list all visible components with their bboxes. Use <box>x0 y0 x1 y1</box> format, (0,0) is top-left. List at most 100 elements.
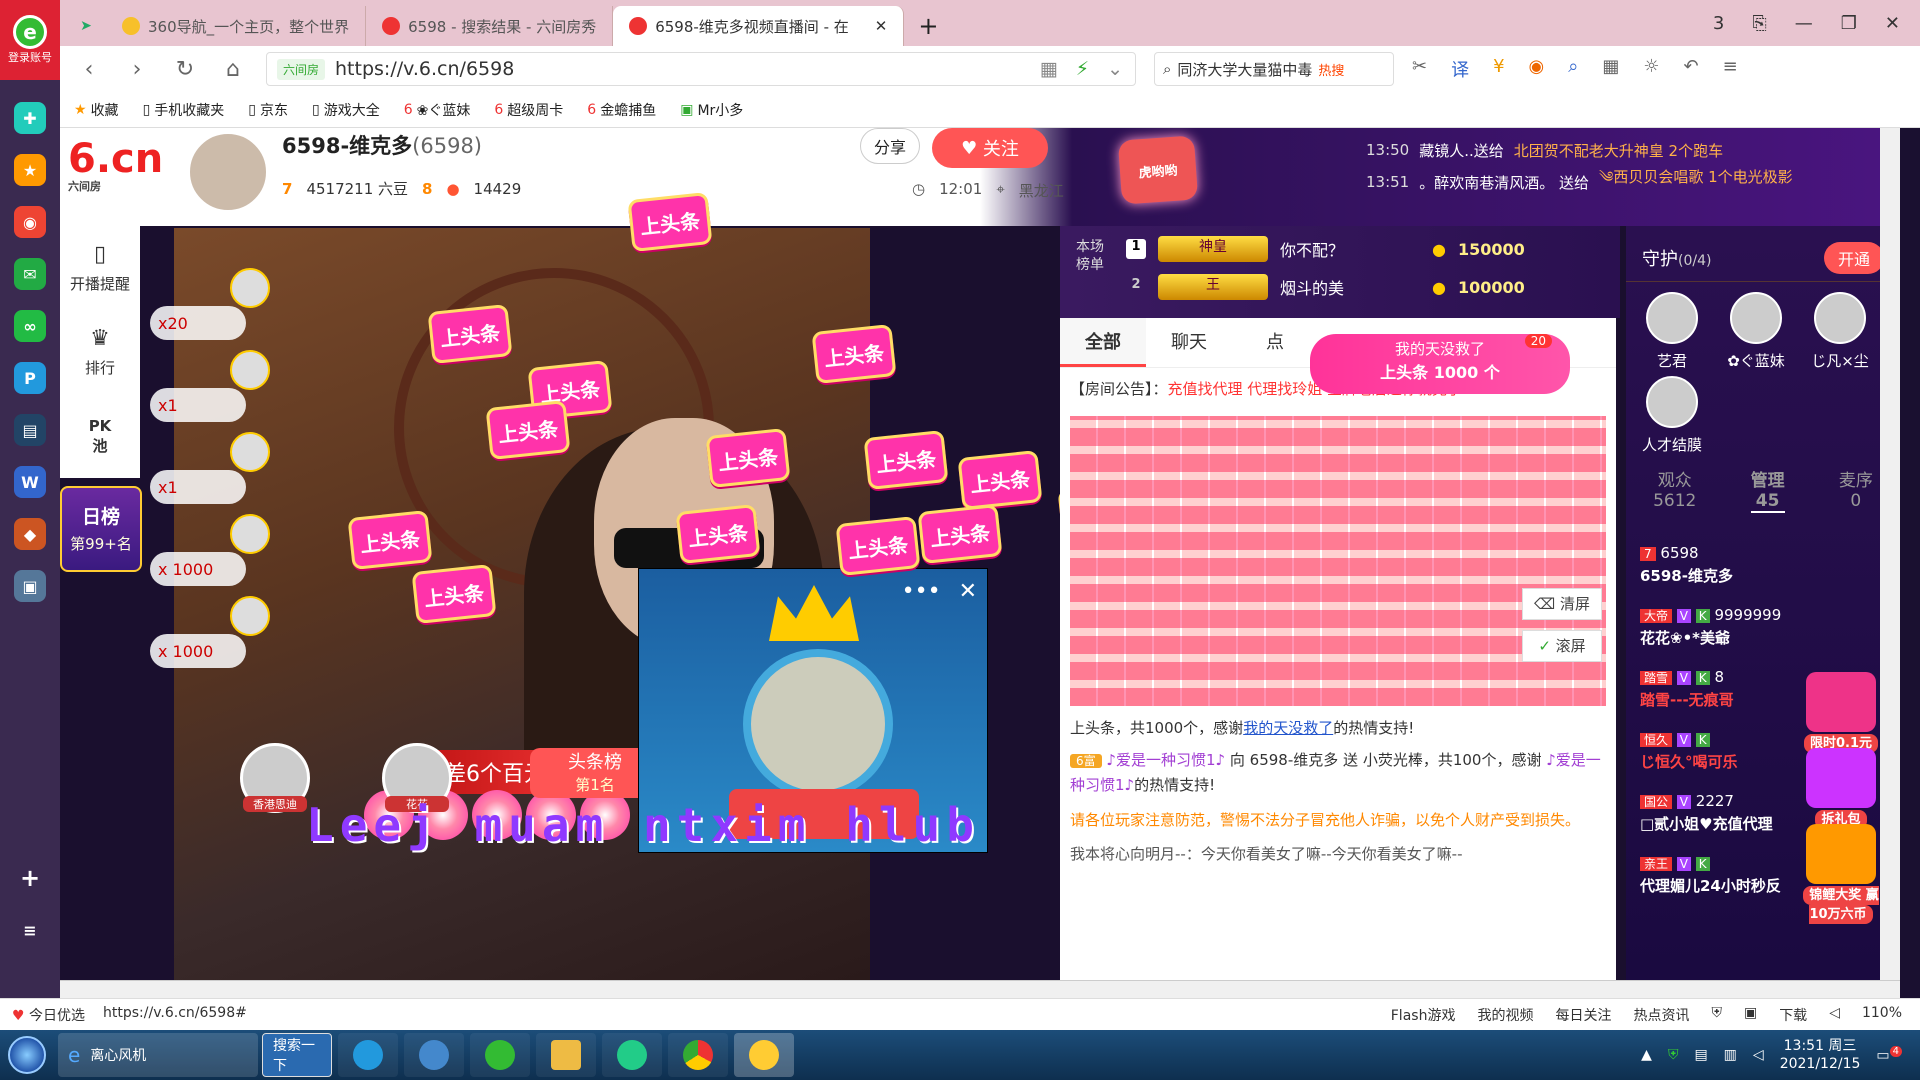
volume-icon[interactable]: ◁ <box>1829 1005 1840 1025</box>
weibo-icon[interactable]: ◉ <box>14 206 46 238</box>
back-icon[interactable]: ‹ <box>74 57 104 82</box>
rank-row[interactable]: 2 王烟斗的美 ● 100000 <box>1126 272 1566 302</box>
tab-chat[interactable]: 聊天 <box>1146 318 1232 367</box>
guardian-item[interactable]: ✿ぐ蓝妹 <box>1716 292 1796 371</box>
forward-icon[interactable]: › <box>122 57 152 82</box>
tab-search-result[interactable]: 6598 - 搜索结果 - 六间房秀 <box>366 6 614 46</box>
news-icon[interactable]: ▤ <box>14 414 46 446</box>
sync-icon[interactable]: ∞ <box>14 310 46 342</box>
tray-clock[interactable]: 13:51 周三 2021/12/15 <box>1780 1037 1861 1073</box>
tab-live-room[interactable]: 6598-维克多视频直播间 - 在 ✕ <box>613 6 905 46</box>
undo-icon[interactable]: ↶ <box>1684 56 1699 82</box>
minimize-icon[interactable]: — <box>1795 13 1813 34</box>
page-horizontal-scrollbar[interactable] <box>60 980 1900 998</box>
new-tab-icon[interactable]: + <box>904 6 952 46</box>
flash-games-link[interactable]: Flash游戏 <box>1391 1005 1456 1025</box>
address-url[interactable]: https://v.6.cn/6598 <box>335 58 514 80</box>
guardian-item[interactable]: 艺君 <box>1632 292 1712 371</box>
scissors-icon[interactable]: ✂ <box>1412 56 1427 82</box>
tray-network-icon[interactable]: ▥ <box>1724 1047 1737 1063</box>
clear-screen-button[interactable]: ⌫ 清屏 <box>1522 588 1602 620</box>
account-area[interactable]: e 登录账号 <box>0 0 60 80</box>
chevron-down-icon[interactable]: ⌄ <box>1107 58 1123 80</box>
taskbar-player-icon[interactable] <box>602 1033 662 1077</box>
game-controller-icon[interactable]: ◉ <box>1529 56 1545 82</box>
tray-volume-icon[interactable]: ◁ <box>1753 1047 1764 1063</box>
notification-icon[interactable]: ▭ 4 <box>1876 1046 1902 1064</box>
gift-avatar[interactable] <box>230 596 270 636</box>
taskbar-ie-window[interactable]: e 离心风机 <box>58 1033 258 1077</box>
bookmark-mrxiaoduo[interactable]: ▣ Mr小多 <box>680 100 743 120</box>
heart-badge[interactable]: 虎哟哟 <box>1117 135 1199 205</box>
sidebar-app-icon[interactable]: ✚ <box>14 102 46 134</box>
doc-icon[interactable]: W <box>14 466 46 498</box>
gift-avatar[interactable] <box>230 268 270 308</box>
start-button[interactable] <box>0 1030 54 1080</box>
brightness-icon[interactable]: ☼ <box>1643 56 1659 82</box>
bottom-gift-avatar[interactable]: 香港思迪 <box>240 743 310 813</box>
share-button[interactable]: 分享 <box>860 128 920 164</box>
search-text[interactable]: 同济大学大量猫中毒 <box>1177 59 1312 80</box>
daily-follow-link[interactable]: 每日关注 <box>1555 1005 1611 1025</box>
site-logo[interactable]: 6.cn 六间房 <box>68 136 163 194</box>
open-guard-button[interactable]: 开通 <box>1823 241 1884 274</box>
my-videos-link[interactable]: 我的视频 <box>1477 1005 1533 1025</box>
skin-icon[interactable]: ⎘ <box>1752 13 1766 34</box>
today-pick-link[interactable]: ♥ 今日优选 <box>12 1005 85 1025</box>
tab-close-icon[interactable]: ✕ <box>875 17 888 35</box>
search-box[interactable]: ⌕ 同济大学大量猫中毒 热搜 <box>1154 52 1394 86</box>
taskbar-ie-icon[interactable] <box>404 1033 464 1077</box>
address-bar[interactable]: 六间房 https://v.6.cn/6598 ▦ ⚡ ⌄ <box>266 52 1136 86</box>
thanks-user[interactable]: 我的天没救了 <box>1243 719 1333 737</box>
list-item[interactable]: 7 6598 6598-维克多 <box>1640 542 1890 604</box>
tray-arrow-icon[interactable]: ▲ <box>1641 1047 1652 1063</box>
nav-pk-pool[interactable]: PK 池 <box>60 394 140 478</box>
coin-icon[interactable]: ¥ <box>1493 56 1504 82</box>
close-window-icon[interactable]: ✕ <box>1885 13 1900 34</box>
promo-flash-sale[interactable]: 限时0.1元 <box>1796 672 1886 753</box>
tab-all[interactable]: 全部 <box>1060 318 1146 367</box>
promo-gift-pack[interactable]: 拆礼包 <box>1796 748 1886 829</box>
bookmark-lanmei[interactable]: 6 ❀ぐ蓝妹 <box>404 100 471 120</box>
tab-360[interactable]: 360导航_一个主页，整个世界 <box>106 6 367 46</box>
tab-mic-queue[interactable]: 麦序 0 <box>1839 466 1873 513</box>
qr-icon[interactable]: ▦ <box>1040 58 1058 80</box>
gift-avatar[interactable] <box>230 350 270 390</box>
game-icon[interactable]: ◆ <box>14 518 46 550</box>
taskbar-live-app-icon[interactable] <box>734 1033 794 1077</box>
download-link[interactable]: 下载 <box>1779 1005 1807 1025</box>
bolt-icon[interactable]: ⚡ <box>1076 58 1089 80</box>
follow-button[interactable]: ♥ 关注 <box>932 128 1048 168</box>
list-item[interactable]: 大帝 V K 9999999 花花❀•*美爺 <box>1640 604 1890 666</box>
tray-ime-icon[interactable]: ▤ <box>1694 1047 1707 1063</box>
scroll-screen-button[interactable]: ✓ 滚屏 <box>1522 630 1602 662</box>
reload-icon[interactable]: ↻ <box>170 57 200 82</box>
hot-news-link[interactable]: 热点资讯 <box>1633 1005 1689 1025</box>
more-icon[interactable]: ••• <box>902 579 941 604</box>
taskbar-app-k-icon[interactable] <box>338 1033 398 1077</box>
daily-rank-badge[interactable]: 日榜 第99+名 <box>60 486 142 572</box>
taskbar-search-button[interactable]: 搜索一下 <box>262 1033 332 1077</box>
guardian-item[interactable]: じ凡×尘 <box>1800 292 1880 371</box>
nav-ranking[interactable]: ♛ 排行 <box>60 310 140 394</box>
anchor-avatar[interactable] <box>188 132 268 212</box>
gift-user[interactable]: ♪爱是一种习惯1♪ <box>1106 751 1225 769</box>
menu-icon[interactable]: ≡ <box>14 914 46 946</box>
bookmark-weekcard[interactable]: 6 超级周卡 <box>494 100 563 120</box>
shield-icon[interactable]: ⛨ <box>1711 1005 1722 1025</box>
find-icon[interactable]: ⌕ <box>1568 56 1578 82</box>
translate-icon[interactable]: 译 <box>1451 56 1469 82</box>
image-icon[interactable]: ▣ <box>1744 1005 1757 1025</box>
nav-live-reminder[interactable]: ▯ 开播提醒 <box>60 226 140 310</box>
bookmark-games[interactable]: ▯ 游戏大全 <box>312 100 380 120</box>
favorite-star-icon[interactable]: ★ <box>14 154 46 186</box>
guardian-item[interactable]: 人才结膜 <box>1632 376 1712 455</box>
bookmark-jd[interactable]: ▯ 京东 <box>248 100 288 120</box>
gift-avatar[interactable] <box>230 514 270 554</box>
photo-icon[interactable]: ▣ <box>14 570 46 602</box>
send-icon[interactable]: ➤ <box>66 6 106 46</box>
tab-count-icon[interactable]: 3 <box>1713 13 1724 34</box>
page-vertical-scrollbar[interactable] <box>1880 128 1900 980</box>
close-icon[interactable]: ✕ <box>959 579 977 604</box>
add-icon[interactable]: + <box>14 862 46 894</box>
